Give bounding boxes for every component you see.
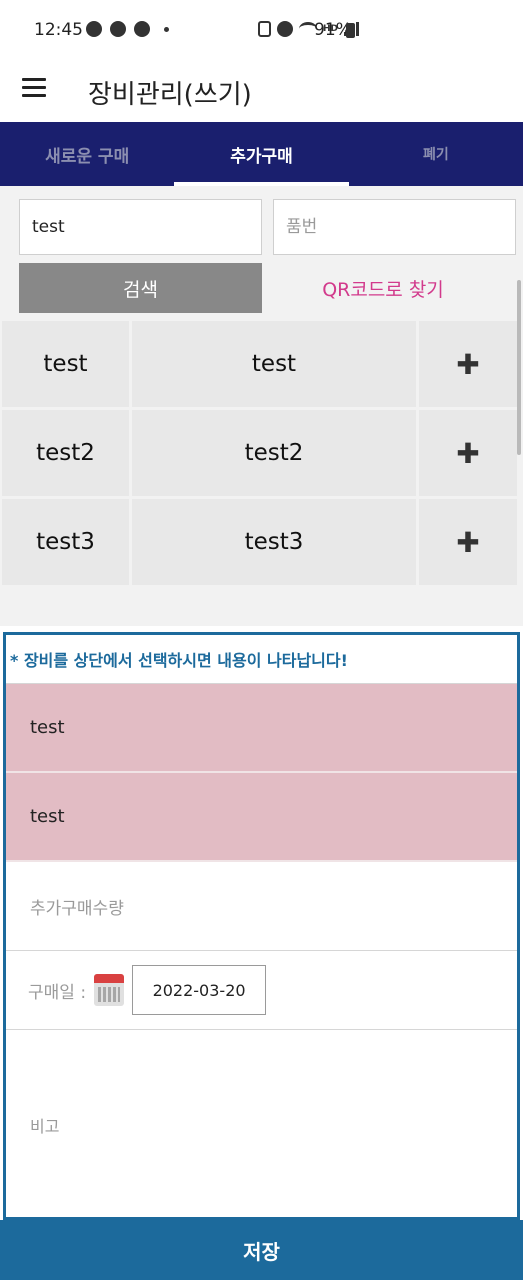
calendar-icon[interactable]: [94, 974, 125, 1006]
timer-icon: [134, 21, 150, 37]
selection-notice: * 장비를 상단에서 선택하시면 내용이 나타납니다!: [6, 635, 517, 684]
battery-saver-icon: [257, 21, 271, 37]
selected-equipment-number: test: [6, 773, 517, 862]
equipment-name-input[interactable]: [19, 199, 262, 255]
table-row[interactable]: test2 test2 ✚: [2, 410, 517, 499]
search-button[interactable]: 검색: [19, 263, 262, 313]
plus-icon: ✚: [456, 525, 480, 559]
qr-code-search-link[interactable]: QR코드로 찾기: [273, 263, 493, 313]
dot-icon: [164, 26, 169, 32]
table-row[interactable]: test test ✚: [2, 321, 517, 410]
results-table: test test ✚ test2 test2 ✚ test3 test3 ✚: [2, 321, 517, 588]
add-button[interactable]: ✚: [419, 410, 517, 496]
notification-icons: [86, 21, 169, 37]
plus-icon: ✚: [456, 436, 480, 470]
purchase-date-label: 구매일 :: [28, 982, 87, 1003]
scrollbar[interactable]: [517, 280, 521, 455]
talk-icon: [86, 21, 102, 37]
save-button[interactable]: 저장: [0, 1220, 523, 1280]
tab-bar: 새로운 구매 추가구매 폐기: [0, 122, 523, 186]
memo-input[interactable]: 비고: [6, 1030, 517, 1219]
purchase-date-row: 구매일 : 2022-03-20: [6, 951, 517, 1030]
item-number-input[interactable]: [273, 199, 516, 255]
quantity-input[interactable]: 추가구매수량: [6, 862, 517, 951]
result-name: test3: [2, 499, 129, 585]
person-icon: [110, 21, 126, 37]
add-button[interactable]: ✚: [419, 321, 517, 407]
alarm-icon: [276, 21, 293, 37]
status-time: 12:45: [34, 20, 83, 40]
result-name: test2: [2, 410, 129, 496]
page-title: 장비관리(쓰기): [88, 80, 252, 110]
tab-additional-purchase[interactable]: 추가구매: [174, 122, 349, 186]
result-number: test3: [132, 499, 416, 585]
detail-panel: * 장비를 상단에서 선택하시면 내용이 나타납니다! test test 추가…: [3, 632, 520, 1220]
tab-new-purchase[interactable]: 새로운 구매: [0, 122, 174, 186]
app-bar: 장비관리(쓰기): [0, 62, 523, 122]
result-name: test: [2, 321, 129, 407]
battery-icon: [346, 23, 355, 38]
search-area: 검색 QR코드로 찾기 test test ✚ test2 test2 ✚ te…: [0, 186, 523, 626]
plus-icon: ✚: [456, 347, 480, 381]
add-button[interactable]: ✚: [419, 499, 517, 585]
result-number: test2: [132, 410, 416, 496]
purchase-date-input[interactable]: 2022-03-20: [132, 965, 267, 1015]
selected-equipment-name: test: [6, 684, 517, 773]
result-number: test: [132, 321, 416, 407]
table-row[interactable]: test3 test3 ✚: [2, 499, 517, 588]
menu-icon[interactable]: [22, 78, 46, 98]
status-bar: 12:45 HD 91%: [0, 0, 523, 62]
tab-disposal[interactable]: 폐기: [349, 122, 523, 186]
